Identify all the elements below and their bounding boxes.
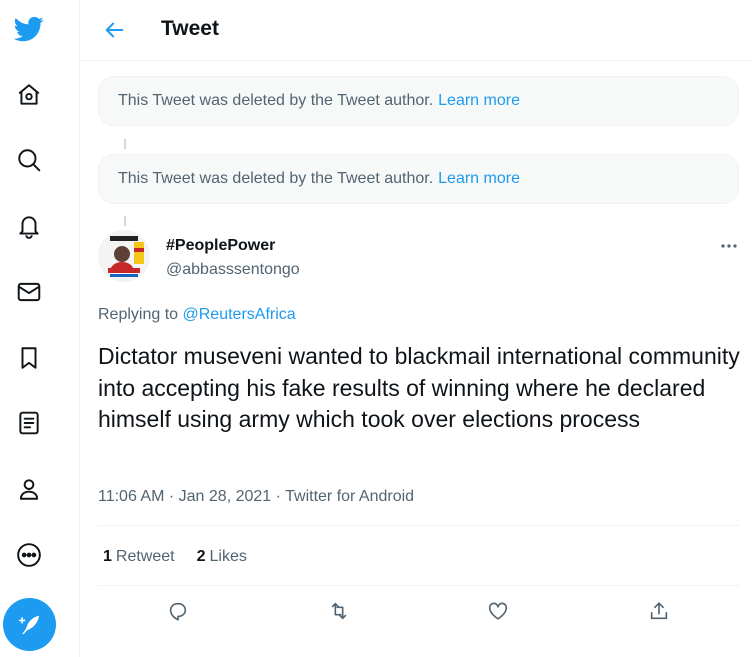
replying-prefix: Replying to <box>98 306 179 323</box>
notifications-icon[interactable] <box>8 205 50 247</box>
compose-tweet-button[interactable] <box>3 598 56 651</box>
bookmarks-icon[interactable] <box>8 337 50 379</box>
explore-icon[interactable] <box>8 139 50 181</box>
like-label: Likes <box>209 548 247 565</box>
tweet-metadata: 11:06 AM · Jan 28, 2021 · Twitter for An… <box>98 488 414 506</box>
page-title: Tweet <box>161 17 219 40</box>
compose-icon <box>18 615 39 634</box>
replying-to: Replying to @ReutersAfrica <box>98 306 296 324</box>
author-handle[interactable]: @abbasssentongo <box>166 261 300 279</box>
divider <box>98 525 739 526</box>
share-icon <box>650 602 668 620</box>
lists-icon[interactable] <box>8 402 50 444</box>
meta-separator: · <box>275 488 281 505</box>
thread-connector <box>124 139 126 149</box>
retweet-label: Retweet <box>115 548 175 565</box>
reply-button[interactable] <box>164 597 192 625</box>
deleted-tweet-notice: This Tweet was deleted by the Tweet auth… <box>98 154 739 204</box>
back-button[interactable] <box>101 16 129 44</box>
learn-more-link[interactable]: Learn more <box>438 92 520 110</box>
twitter-logo-icon[interactable] <box>8 8 50 50</box>
deleted-notice-text: This Tweet was deleted by the Tweet auth… <box>118 170 434 187</box>
like-count: 2 <box>196 548 206 565</box>
retweets-stat[interactable]: 1 Retweet <box>103 548 175 566</box>
divider <box>98 585 739 586</box>
tweet-date[interactable]: Jan 28, 2021 <box>179 488 272 505</box>
learn-more-link[interactable]: Learn more <box>438 170 520 188</box>
author-display-name[interactable]: #PeoplePower <box>166 237 275 255</box>
messages-icon[interactable] <box>8 271 50 313</box>
like-icon <box>488 602 508 620</box>
tweet-time[interactable]: 11:06 AM <box>98 488 164 505</box>
likes-stat[interactable]: 2 Likes <box>197 548 247 566</box>
avatar[interactable] <box>98 230 150 282</box>
share-button[interactable] <box>645 597 673 625</box>
profile-icon[interactable] <box>8 468 50 510</box>
deleted-tweet-notice: This Tweet was deleted by the Tweet auth… <box>98 76 739 126</box>
like-button[interactable] <box>484 597 512 625</box>
retweet-button[interactable] <box>325 597 353 625</box>
replying-mention-link[interactable]: @ReutersAfrica <box>183 306 296 323</box>
more-options-button[interactable] <box>712 234 746 258</box>
more-icon[interactable] <box>8 534 50 576</box>
tweet-text: Dictator museveni wanted to blackmail in… <box>98 343 740 432</box>
deleted-notice-text: This Tweet was deleted by the Tweet auth… <box>118 92 434 109</box>
meta-separator: · <box>168 488 175 505</box>
tweet-source[interactable]: Twitter for Android <box>285 488 414 505</box>
thread-connector <box>124 216 126 226</box>
ellipsis-icon <box>721 244 737 248</box>
home-icon[interactable] <box>8 74 50 116</box>
left-sidebar <box>0 0 80 657</box>
tweet-stats: 1 Retweet 2 Likes <box>103 548 247 566</box>
retweet-count: 1 <box>103 548 112 565</box>
retweet-icon <box>331 602 347 620</box>
reply-icon <box>169 602 187 621</box>
page-header: Tweet <box>81 0 752 61</box>
arrow-left-icon <box>105 22 124 38</box>
